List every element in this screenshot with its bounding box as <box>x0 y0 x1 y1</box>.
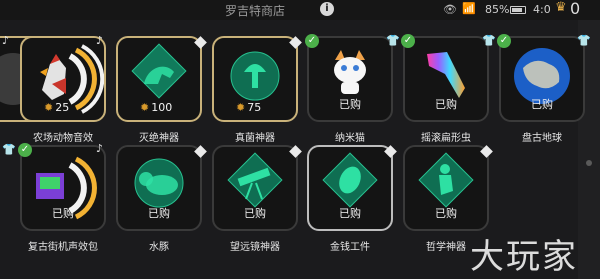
shirt-icon: 👕 <box>386 34 400 47</box>
item-name: 纳米猫 <box>335 133 365 144</box>
item-price: ✹ 75 <box>236 101 262 114</box>
item-name: 望远镜神器 <box>230 242 280 253</box>
shop-item-card[interactable]: 已购 <box>20 145 106 231</box>
owned-check-icon: ✓ <box>401 34 415 48</box>
item-name: 摇滚扁形虫 <box>421 133 471 144</box>
shop-item-card[interactable]: ✹ 100 <box>116 36 202 122</box>
music-note-icon: ♪ <box>96 34 104 47</box>
eye-icon: 👁 <box>443 3 457 16</box>
shop-item-card[interactable]: 已购 <box>116 145 202 231</box>
item-name: 灭绝神器 <box>139 133 179 144</box>
item-name: 复古街机声效包 <box>28 242 98 253</box>
item-status: 已购 <box>339 98 361 111</box>
status-bar: 罗吉特商店 i 👁 📶 85% 4:0 ♛ 0 <box>0 0 600 20</box>
item-status: 已购 <box>339 207 361 220</box>
wifi-icon: 📶 <box>462 2 476 15</box>
clock: 4:0 <box>533 3 551 16</box>
item-status: 已购 <box>148 207 170 220</box>
rail-dot <box>586 160 592 166</box>
item-name: 盘古地球 <box>522 133 562 144</box>
music-note-icon: ♪ <box>96 142 104 155</box>
watermark: 大玩家 <box>470 237 578 277</box>
shirt-icon: 👕 <box>577 34 591 47</box>
gear-currency-icon: ✹ <box>140 101 150 114</box>
owned-check-icon: ✓ <box>18 143 32 157</box>
shop-title: 罗吉特商店 <box>225 4 286 18</box>
item-name: 水豚 <box>149 242 169 253</box>
shop-item-card[interactable]: 已购 <box>499 36 585 122</box>
owned-check-icon: ✓ <box>497 34 511 48</box>
coins-icon: ♛ <box>555 0 567 15</box>
item-price: ✹ 25 <box>44 101 70 114</box>
item-status: 已购 <box>435 207 457 220</box>
gear-currency-icon: ✹ <box>44 101 54 114</box>
shop-item-card[interactable]: ✹ 25 <box>20 36 106 122</box>
item-name: 真菌神器 <box>235 133 275 144</box>
item-status: 已购 <box>531 98 553 111</box>
item-price: ✹ 100 <box>140 101 173 114</box>
battery-percent: 85% <box>485 3 510 16</box>
shop-item-card[interactable]: 已购 <box>403 145 489 231</box>
item-status: 已购 <box>52 207 74 220</box>
gear-currency-icon: ✹ <box>236 101 246 114</box>
battery-icon <box>510 6 526 14</box>
shop-item-card[interactable]: ✹ 75 <box>212 36 298 122</box>
shirt-icon: 👕 <box>2 143 16 156</box>
music-note-icon: ♪ <box>2 34 10 47</box>
currency-count: 0 <box>570 0 581 18</box>
item-name: 金钱工件 <box>330 242 370 253</box>
item-status: 已购 <box>435 98 457 111</box>
item-status: 已购 <box>244 207 266 220</box>
shop-item-card[interactable]: 已购 <box>403 36 489 122</box>
shop-item-card[interactable]: 已购 <box>307 145 393 231</box>
owned-check-icon: ✓ <box>305 34 319 48</box>
shop-item-card[interactable]: 已购 <box>212 145 298 231</box>
info-icon[interactable]: i <box>320 2 334 16</box>
shirt-icon: 👕 <box>482 34 496 47</box>
shop-item-card[interactable]: 已购 <box>307 36 393 122</box>
